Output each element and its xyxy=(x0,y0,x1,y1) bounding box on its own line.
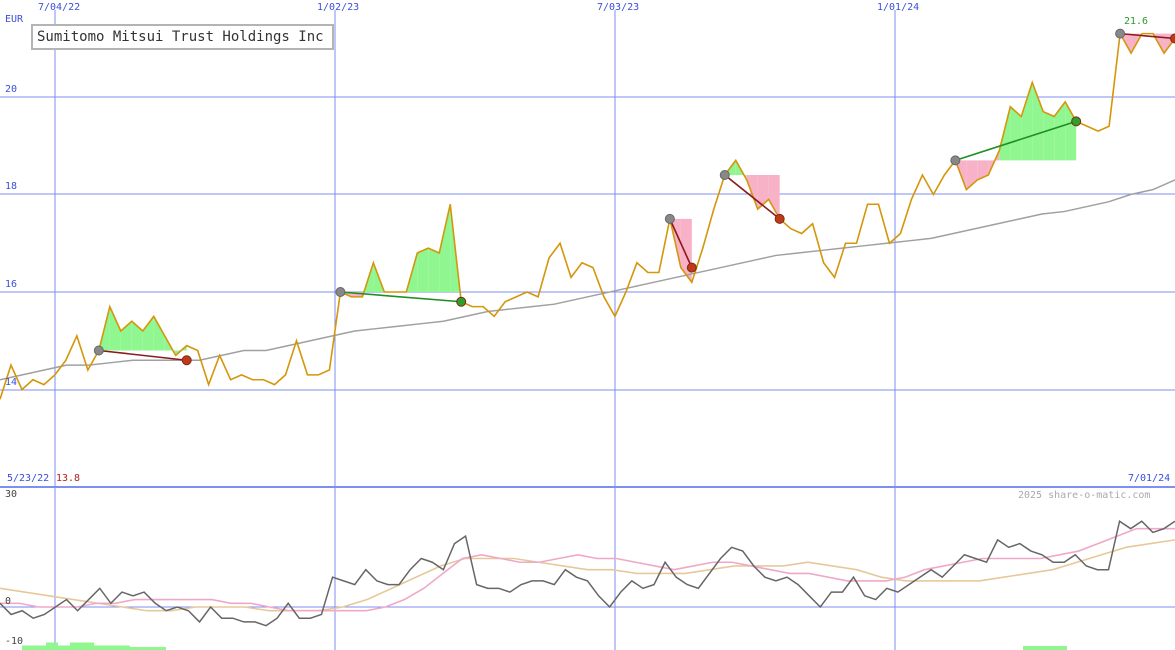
volume-bar xyxy=(22,645,34,650)
trade-fill-segment xyxy=(428,248,440,292)
copyright-label: 2025 share-o-matic.com xyxy=(1018,490,1151,501)
trade-fill-segment xyxy=(1021,82,1033,161)
trade-entry-point xyxy=(93,345,104,356)
trade-exit-point xyxy=(1071,116,1082,127)
price-chart xyxy=(0,10,1175,650)
moving-average-series xyxy=(0,179,1175,381)
trade-exit-point xyxy=(686,262,697,273)
volume-bar xyxy=(46,642,58,650)
osc-tick-label: 30 xyxy=(5,489,18,500)
grid-lines xyxy=(0,10,1175,650)
x-tick-label: 1/02/23 xyxy=(317,2,360,13)
volume-bar xyxy=(58,645,70,650)
min-price-label: 13.8 xyxy=(56,473,81,484)
osc-tick-label: 0 xyxy=(5,596,12,607)
chart-title: Sumitomo Mitsui Trust Holdings Inc xyxy=(31,24,334,50)
oscillator-panel xyxy=(0,519,1175,650)
trade-fill-segment xyxy=(1054,101,1066,161)
trade-fill-segment xyxy=(680,218,692,283)
osc-tick-label: -10 xyxy=(5,636,24,647)
volume-bar xyxy=(82,642,94,650)
y-tick-label: 20 xyxy=(5,84,18,95)
x-tick-label: 1/01/24 xyxy=(877,2,920,13)
trade-entry-point xyxy=(1115,28,1126,39)
trade-entry-point xyxy=(950,155,961,166)
trade-entry-point xyxy=(664,213,675,224)
trade-entry-point xyxy=(719,170,730,180)
price-series xyxy=(0,31,1175,400)
y-tick-label: 14 xyxy=(5,377,18,388)
volume-bar xyxy=(118,645,130,650)
y-tick-label: 16 xyxy=(5,279,18,290)
trade-fill-segment xyxy=(1032,82,1044,161)
range-start-label: 5/23/22 xyxy=(7,473,50,484)
volume-bar xyxy=(70,642,82,650)
currency-label: EUR xyxy=(5,14,24,25)
volume-bar xyxy=(1023,646,1067,650)
trade-fill-segment xyxy=(1043,111,1055,161)
trade-exit-point xyxy=(181,355,192,366)
price-line xyxy=(0,31,1175,400)
y-tick-label: 18 xyxy=(5,181,18,192)
volume-bar xyxy=(94,645,106,650)
trade-markers xyxy=(93,28,1175,366)
last-price-label: 21.6 xyxy=(1124,16,1149,27)
trade-exit-point xyxy=(456,296,467,307)
x-tick-label: 7/04/22 xyxy=(38,2,81,13)
trade-exit-point xyxy=(774,213,785,224)
range-end-label: 7/01/24 xyxy=(1128,473,1171,484)
trade-entry-point xyxy=(335,287,346,297)
x-tick-label: 7/03/23 xyxy=(597,2,640,13)
volume-bar xyxy=(106,645,118,650)
volume-bar xyxy=(34,645,46,650)
trade-fill-segment xyxy=(142,316,154,351)
trade-fill-segment xyxy=(417,248,429,292)
trade-exit-point xyxy=(1170,33,1175,44)
moving-average-line xyxy=(0,179,1175,381)
